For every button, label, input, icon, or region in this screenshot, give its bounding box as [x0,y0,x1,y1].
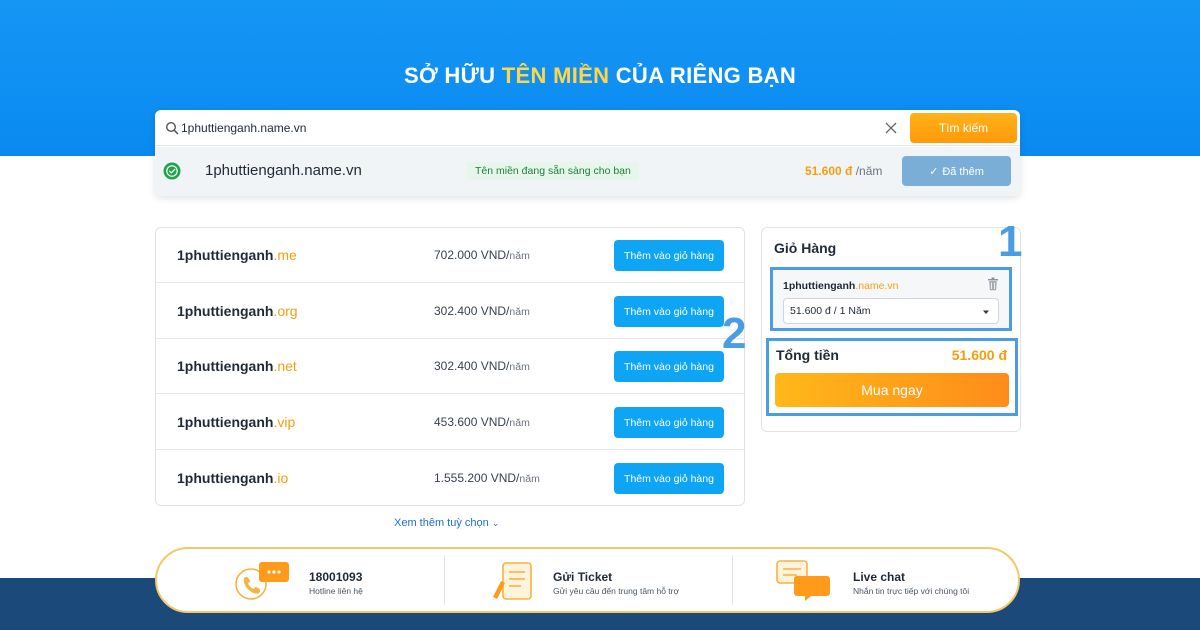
cart-panel: Giỏ Hàng 1phuttienganh.name.vn 51.600 đ … [761,227,1021,432]
title-highlight: TÊN MIỀN [501,63,610,88]
phone-chat-icon [235,562,289,600]
domain-tld: .org [273,303,298,319]
support-title: 18001093 [309,570,363,584]
chevron-down-icon [983,310,989,314]
buy-now-button[interactable]: Mua ngay [775,373,1009,407]
domain-price: 302.400 VND/năm [434,359,530,373]
domain-name: 1phuttienganh.me [177,247,297,263]
add-to-cart-button[interactable]: Thêm vào giỏ hàng [614,240,724,271]
term-select-value: 51.600 đ / 1 Năm [790,305,871,317]
domain-tld: .me [273,247,297,263]
check-circle-icon [163,162,181,180]
cart-item-base: 1phuttienganh [783,280,856,292]
domain-price: 453.600 VND/năm [434,415,530,429]
domain-tld: .net [273,358,297,374]
search-icon [165,121,179,135]
price-value: 302.400 VND/ [434,304,510,318]
status-badge: Tên miền đang sẵn sàng cho bạn [467,162,639,180]
cart-item: 1phuttienganh.name.vn 51.600 đ / 1 Năm [770,267,1012,331]
list-item: 1phuttienganh.vip 453.600 VND/năm Thêm v… [156,395,744,450]
domain-base: 1phuttienganh [177,358,274,374]
domain-name: 1phuttienganh.vip [177,414,295,430]
search-result-row: 1phuttienganh.name.vn Tên miền đang sẵn … [155,147,1020,196]
domain-suggestions-list: 1phuttienganh.me 702.000 VND/năm Thêm và… [155,227,745,506]
price-value: 702.000 VND/ [434,248,510,262]
list-item: 1phuttienganh.net 302.400 VND/năm Thêm v… [156,339,744,394]
domain-price: 1.555.200 VND/năm [434,471,540,485]
add-to-cart-button[interactable]: Thêm vào giỏ hàng [614,407,724,438]
page-title: SỞ HỮU TÊN MIỀN CỦA RIÊNG BẠN [0,63,1200,89]
price-unit: năm [509,361,530,373]
cart-title: Giỏ Hàng [774,240,837,256]
domain-base: 1phuttienganh [177,470,274,486]
support-subtitle: Hotline liên hệ [309,586,363,596]
more-options-link[interactable]: Xem thêm tuỳ chọn ⌄ [394,517,499,529]
add-to-cart-button[interactable]: Thêm vào giỏ hàng [614,351,724,382]
price-value: 453.600 VND/ [434,415,510,429]
cart-item-domain: 1phuttienganh.name.vn [783,280,899,292]
support-title: Gửi Ticket [553,570,613,584]
support-bar: 18001093 Hotline liên hệ Gửi Ticket Gửi … [155,547,1020,613]
added-button[interactable]: ✓ Đã thêm [902,156,1011,186]
support-title: Live chat [853,570,906,584]
search-bar: Tìm kiếm [155,110,1020,146]
trash-icon[interactable] [987,277,999,291]
check-icon: ✓ [929,165,939,178]
ticket-pen-icon [493,562,532,600]
domain-base: 1phuttienganh [177,414,274,430]
total-section: Tổng tiền 51.600 đ Mua ngay [766,338,1018,416]
added-button-label: Đã thêm [942,165,984,178]
search-button[interactable]: Tìm kiếm [910,113,1017,143]
price-value: 302.400 VND/ [434,359,510,373]
list-item: 1phuttienganh.me 702.000 VND/năm Thêm và… [156,228,744,283]
domain-name: 1phuttienganh.org [177,303,298,319]
chevron-down-icon: ⌄ [491,518,500,528]
support-subtitle: Gửi yêu cầu đến trung tâm hỗ trợ [553,586,680,596]
annotation-marker-2: 2 [722,309,747,358]
domain-price: 702.000 VND/năm [434,248,530,262]
price-value: 1.555.200 VND/ [434,471,520,485]
title-suffix: CỦA RIÊNG BẠN [615,63,797,88]
price-unit: năm [509,417,530,429]
total-value: 51.600 đ [951,347,1007,363]
result-price: 51.600 đ /năm [805,164,882,178]
add-to-cart-button[interactable]: Thêm vào giỏ hàng [614,296,724,327]
domain-search-card: Tìm kiếm 1phuttienganh.name.vn Tên miền … [155,110,1020,196]
result-price-value: 51.600 đ [805,164,853,178]
list-item: 1phuttienganh.io 1.555.200 VND/năm Thêm … [156,451,744,506]
domain-base: 1phuttienganh [177,247,274,263]
result-domain: 1phuttienganh.name.vn [205,162,362,179]
support-live-chat[interactable]: Live chat Nhắn tin trực tiếp với chúng t… [733,549,1018,611]
title-prefix: SỞ HỮU [403,63,496,88]
add-to-cart-button[interactable]: Thêm vào giỏ hàng [614,463,724,494]
list-item: 1phuttienganh.org 302.400 VND/năm Thêm v… [156,284,744,339]
live-chat-icon [776,560,830,601]
domain-name: 1phuttienganh.net [177,358,297,374]
result-price-unit: /năm [855,164,883,178]
domain-price: 302.400 VND/năm [434,304,530,318]
close-icon[interactable] [883,120,899,136]
support-subtitle: Nhắn tin trực tiếp với chúng tôi [853,586,970,596]
price-unit: năm [519,473,540,485]
price-unit: năm [509,306,530,318]
annotation-marker-1: 1 [998,217,1023,266]
domain-tld: .vip [273,414,296,430]
total-label: Tổng tiền [776,347,839,363]
domain-base: 1phuttienganh [177,303,274,319]
support-hotline[interactable]: 18001093 Hotline liên hệ [157,549,445,611]
domain-name: 1phuttienganh.io [177,470,288,486]
term-select[interactable]: 51.600 đ / 1 Năm [783,298,999,324]
cart-item-tld: .name.vn [855,280,899,292]
search-input[interactable] [181,116,871,140]
price-unit: năm [509,250,530,262]
support-ticket[interactable]: Gửi Ticket Gửi yêu cầu đến trung tâm hỗ … [445,549,733,611]
domain-tld: .io [273,470,289,486]
more-options-label: Xem thêm tuỳ chọn [394,517,489,529]
